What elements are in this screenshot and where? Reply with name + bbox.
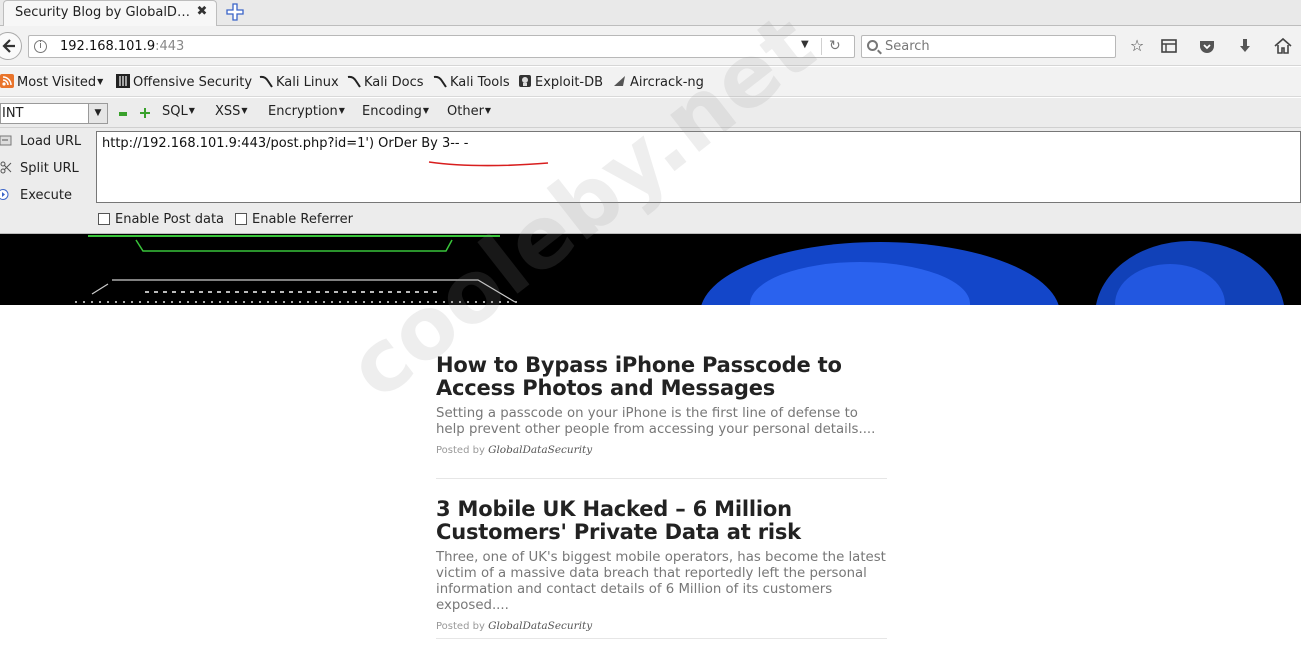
site-banner: [0, 234, 1301, 305]
url-text[interactable]: 192.168.101.9:443: [60, 39, 184, 54]
info-icon[interactable]: i: [34, 40, 47, 53]
int-select-value: INT: [2, 106, 24, 121]
sql-menu[interactable]: SQL▼: [162, 104, 195, 119]
post-title-link[interactable]: How to Bypass iPhone Passcode to Access …: [436, 354, 887, 400]
tab-title: Security Blog by GlobalD…: [15, 5, 190, 20]
post-title-link[interactable]: 3 Mobile UK Hacked – 6 Million Customers…: [436, 498, 887, 544]
post-meta: Posted by GlobalDataSecurity: [436, 620, 887, 632]
checkbox-icon[interactable]: [235, 213, 247, 225]
enable-referrer-checkbox[interactable]: Enable Referrer: [235, 212, 353, 227]
kali-dragon-icon: [433, 75, 447, 88]
navigation-bar: i 192.168.101.9:443 ▼ ↻ Search ☆: [0, 26, 1301, 66]
bookmark-aircrack-ng[interactable]: Aircrack-ng: [613, 74, 704, 90]
bookmark-star-icon[interactable]: ☆: [1127, 36, 1147, 56]
decrease-icon[interactable]: [119, 112, 127, 116]
url-separator: [821, 38, 822, 55]
search-placeholder: Search: [885, 39, 930, 54]
other-menu[interactable]: Other▼: [447, 104, 491, 119]
bookmark-most-visited[interactable]: Most Visited▼: [0, 74, 103, 90]
hackbar-panel: Load URL Split URL Execute http://192.16…: [0, 128, 1301, 234]
bookmarks-toolbar: Most Visited▼ Offensive Security Kali Li…: [0, 67, 1301, 97]
red-underline-annotation: [428, 161, 549, 167]
post-divider: [436, 638, 887, 639]
url-bar[interactable]: i 192.168.101.9:443 ▼ ↻: [28, 35, 855, 58]
split-url-icon: [0, 161, 12, 174]
load-url-icon: [0, 135, 12, 146]
checkbox-icon[interactable]: [98, 213, 110, 225]
bookmark-kali-docs[interactable]: Kali Docs: [347, 74, 424, 90]
list-item: How to Bypass iPhone Passcode to Access …: [436, 354, 887, 457]
execute-button[interactable]: Execute: [0, 188, 72, 203]
post-excerpt: Three, one of UK's biggest mobile operat…: [436, 550, 886, 613]
rss-icon: [0, 74, 14, 88]
post-author-link[interactable]: GlobalDataSecurity: [488, 444, 592, 456]
post-meta: Posted by GlobalDataSecurity: [436, 444, 887, 456]
home-icon[interactable]: [1273, 36, 1293, 56]
bookmark-kali-linux[interactable]: Kali Linux: [259, 74, 339, 90]
increase-icon[interactable]: [140, 108, 150, 118]
browser-tab[interactable]: Security Blog by GlobalD… ✖: [3, 0, 217, 26]
new-tab-icon[interactable]: [224, 1, 246, 23]
exploitdb-icon: [519, 75, 531, 87]
bookmark-kali-tools[interactable]: Kali Tools: [433, 74, 510, 90]
bookmark-exploit-db[interactable]: Exploit-DB: [518, 74, 603, 90]
hackbar-toolbar: INT ▼ SQL▼ XSS▼ Encryption▼ Encoding▼ Ot…: [0, 98, 1301, 128]
encryption-menu[interactable]: Encryption▼: [268, 104, 345, 119]
split-url-button[interactable]: Split URL: [0, 161, 79, 176]
hackbar-url-text[interactable]: http://192.168.101.9:443/post.php?id=1')…: [102, 136, 468, 151]
enable-post-data-checkbox[interactable]: Enable Post data: [98, 212, 224, 227]
post-divider: [436, 478, 887, 479]
reading-list-icon[interactable]: [1159, 36, 1179, 56]
close-tab-icon[interactable]: ✖: [194, 4, 210, 22]
kali-dragon-icon: [259, 75, 273, 88]
pocket-icon[interactable]: [1197, 36, 1217, 56]
list-item: 3 Mobile UK Hacked – 6 Million Customers…: [436, 498, 887, 633]
bookmark-offensive-security[interactable]: Offensive Security: [116, 74, 252, 90]
execute-icon: [0, 189, 9, 200]
hackbar-url-textarea[interactable]: http://192.168.101.9:443/post.php?id=1')…: [96, 131, 1301, 203]
kali-dragon-icon: [347, 75, 361, 88]
search-input[interactable]: Search: [861, 35, 1116, 58]
reload-icon[interactable]: ↻: [829, 38, 841, 54]
post-author-link[interactable]: GlobalDataSecurity: [488, 620, 592, 632]
arrow-left-icon: [2, 39, 15, 53]
tab-strip: Security Blog by GlobalD… ✖: [0, 0, 1301, 26]
back-button[interactable]: [0, 32, 22, 60]
url-port: :443: [155, 39, 185, 54]
url-dropdown-icon[interactable]: ▼: [801, 39, 809, 50]
post-excerpt: Setting a passcode on your iPhone is the…: [436, 406, 876, 437]
banner-graphic: [75, 235, 1284, 305]
search-icon: [867, 40, 878, 51]
posted-by-label: Posted by: [436, 621, 485, 632]
int-select[interactable]: INT ▼: [0, 103, 108, 124]
chevron-down-icon[interactable]: ▼: [88, 104, 107, 123]
xss-menu[interactable]: XSS▼: [215, 104, 248, 119]
encoding-menu[interactable]: Encoding▼: [362, 104, 429, 119]
load-url-button[interactable]: Load URL: [0, 134, 81, 149]
posted-by-label: Posted by: [436, 445, 485, 456]
aircrack-icon: [614, 76, 625, 86]
offsec-icon: [116, 74, 130, 88]
download-icon[interactable]: [1235, 36, 1255, 56]
